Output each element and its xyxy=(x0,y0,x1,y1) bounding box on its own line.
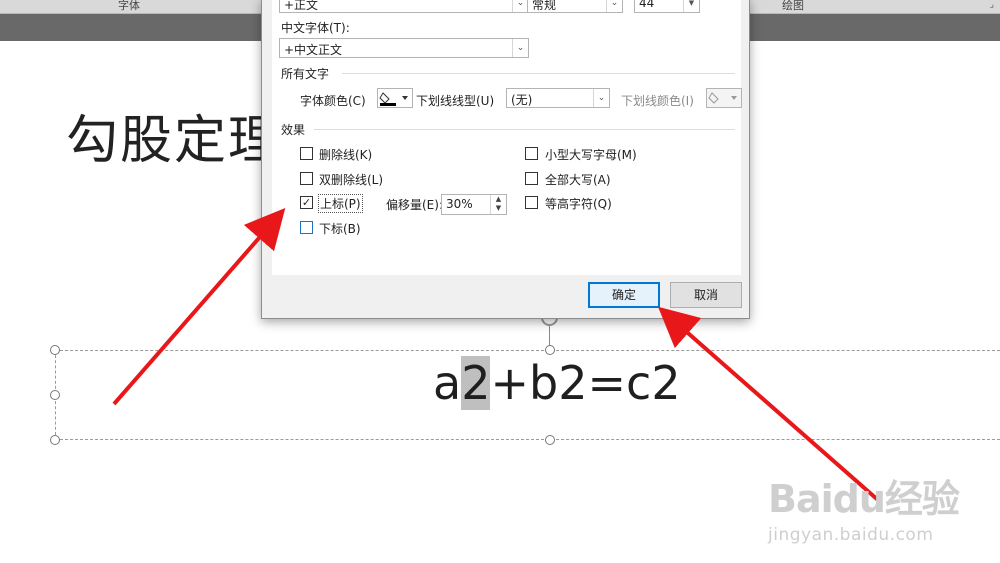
watermark-brand: Baidu经验 xyxy=(768,477,960,521)
watermark-url: jingyan.baidu.com xyxy=(768,525,934,545)
arrow-to-superscript-icon xyxy=(112,207,286,406)
baidu-watermark: Baidu经验 jingyan.baidu.com xyxy=(768,468,960,545)
